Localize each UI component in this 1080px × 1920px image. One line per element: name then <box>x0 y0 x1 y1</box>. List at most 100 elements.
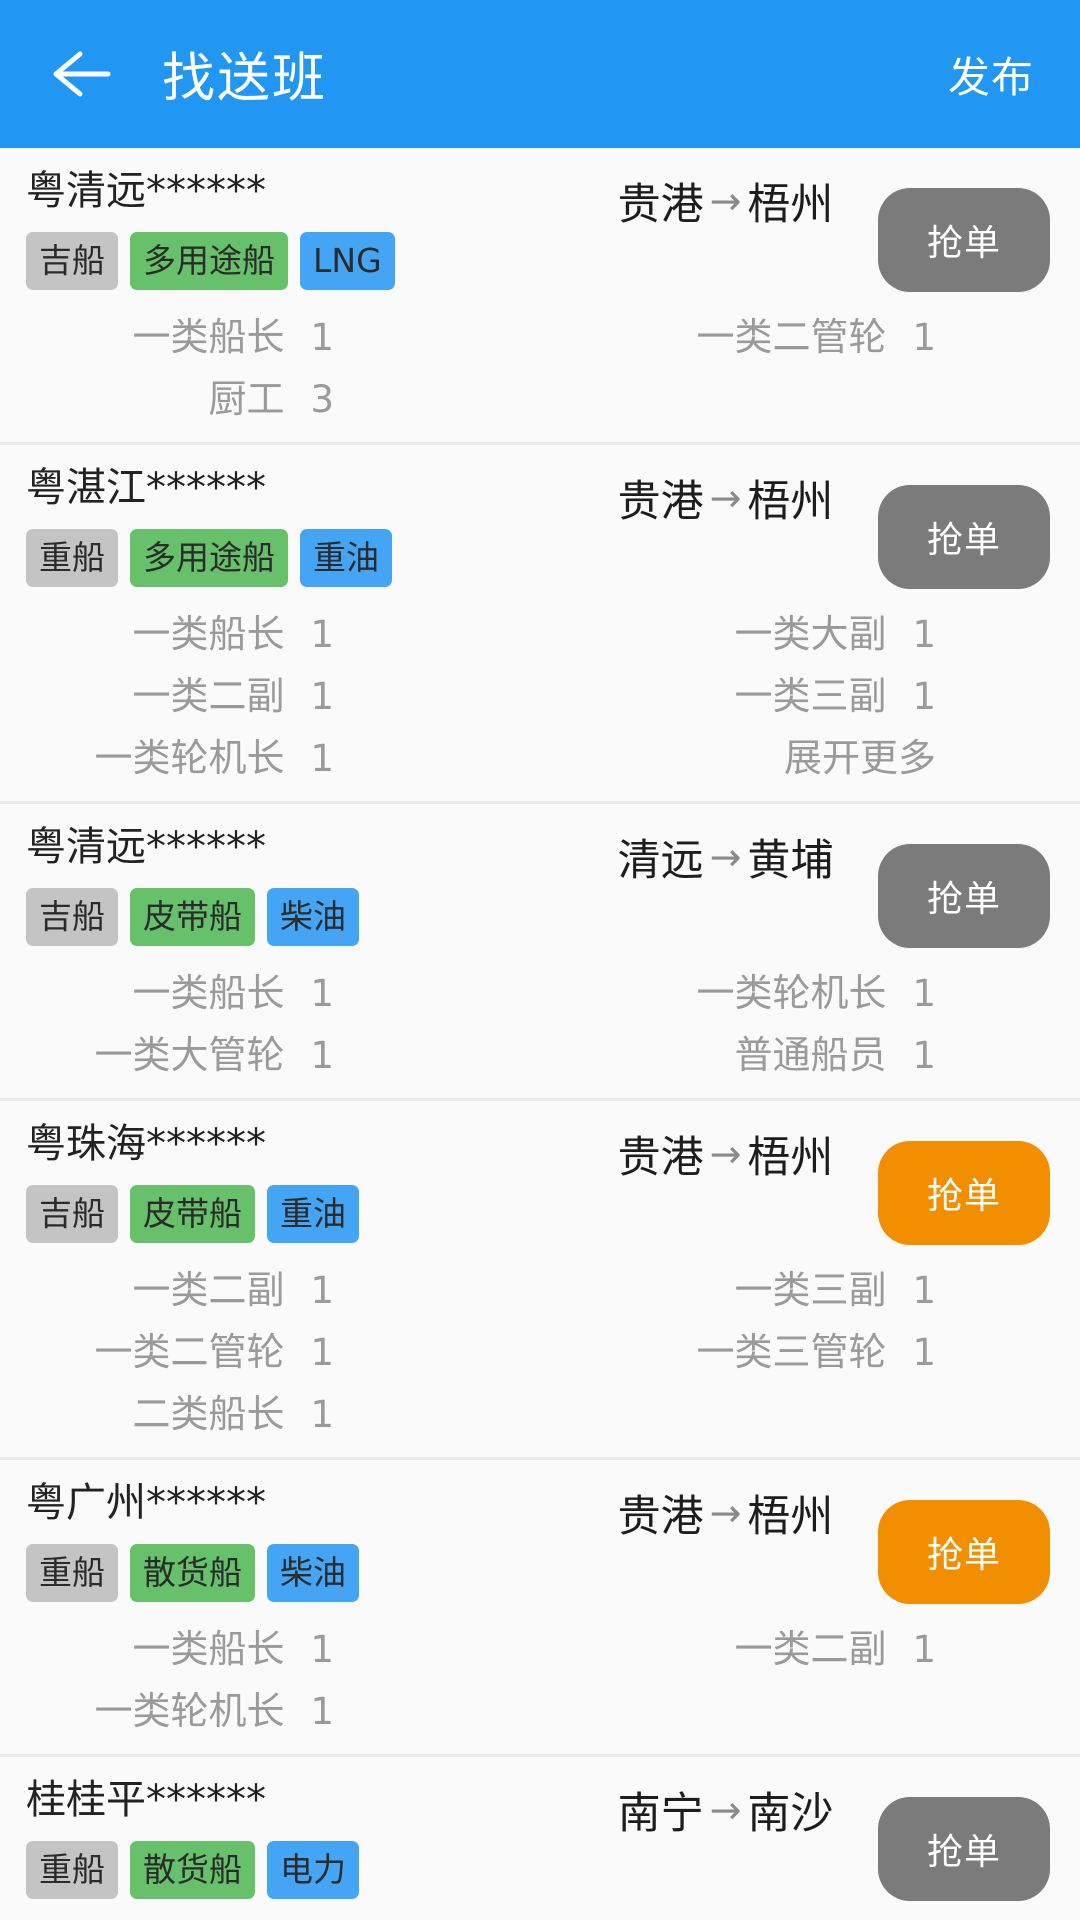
crew-role: 一类二管轮 <box>696 314 887 359</box>
card-action-column: 抢单 <box>850 1478 1050 1604</box>
tag-badge: 吉船 <box>26 1185 118 1243</box>
card-header-row: 粤清远****** 吉船 多用途船 LNG 贵港 → 梧州 抢单 <box>0 166 1080 292</box>
card-left-column: 粤清远****** 吉船 多用途船 LNG <box>26 166 601 290</box>
arrow-right-icon: → <box>709 1132 742 1176</box>
arrow-right-icon: → <box>709 1491 742 1535</box>
tag-row: 吉船 皮带船 重油 <box>26 1185 601 1243</box>
grab-order-button[interactable]: 抢单 <box>878 1797 1050 1901</box>
tag-row: 重船 散货船 柴油 <box>26 1544 601 1602</box>
crew-count: 1 <box>912 612 936 656</box>
tag-badge: LNG <box>300 232 395 290</box>
route: 贵港 → 梧州 <box>618 170 834 232</box>
order-card[interactable]: 桂桂平******重船散货船电力南宁→南沙抢单一类船长1一类二副1一类轮机长1轮… <box>0 1757 1080 1920</box>
crew-count: 1 <box>310 1330 334 1374</box>
order-card[interactable]: 粤珠海****** 吉船 皮带船 重油 贵港 → 梧州 抢单 一类二副 1 一类三副 1 一类二管轮 1 一… <box>0 1101 1080 1460</box>
crew-count: 1 <box>912 1627 936 1671</box>
route-origin: 清远 <box>617 836 704 886</box>
crew-count: 3 <box>310 377 334 421</box>
card-action-column: 抢单 <box>850 822 1050 948</box>
grab-order-button[interactable]: 抢单 <box>878 1141 1050 1245</box>
crew-role: 一类大管轮 <box>94 1032 285 1077</box>
publish-button[interactable]: 发布 <box>948 44 1034 105</box>
order-card[interactable]: 粤清远****** 吉船 皮带船 柴油 清远 → 黄埔 抢单 一类船长 1 一类轮机长 1 一类大管轮 1… <box>0 804 1080 1101</box>
app-header: 找送班 发布 <box>0 0 1080 148</box>
expand-more-link[interactable]: 展开更多 <box>540 727 1054 782</box>
crew-count: 1 <box>310 1627 334 1671</box>
tag-badge: 重船 <box>26 529 118 587</box>
route: 清远 → 黄埔 <box>618 826 834 888</box>
crew-row: 一类轮机长 1 展开更多 <box>26 723 1054 785</box>
crew-role: 一类二副 <box>132 1267 285 1312</box>
crew-cell: 一类船长1 <box>26 306 540 361</box>
crew-role: 一类船长 <box>132 970 285 1015</box>
tag-badge: 吉船 <box>26 232 118 290</box>
tag-badge: 电力 <box>267 1841 359 1899</box>
crew-count: 1 <box>912 1268 936 1312</box>
crew-role: 一类二管轮 <box>94 1329 285 1374</box>
crew-cell: 一类三副 1 <box>540 665 1054 720</box>
crew-list: 一类船长 1 一类二副 1 一类轮机长 1 <box>0 1614 1080 1738</box>
crew-cell: 一类二副 1 <box>26 665 540 720</box>
crew-role: 一类大副 <box>734 611 887 656</box>
card-action-column: 抢单 <box>850 463 1050 589</box>
crew-role: 一类船长 <box>132 1626 285 1671</box>
grab-order-button[interactable]: 抢单 <box>878 844 1050 948</box>
route-origin: 南宁 <box>617 1789 704 1839</box>
card-left-column: 粤湛江****** 重船 多用途船 重油 <box>26 463 601 587</box>
crew-row: 一类船长1一类二副1 <box>26 1911 1054 1920</box>
crew-cell: 一类船长1 <box>26 603 540 658</box>
ship-name: 粤广州****** <box>26 1480 266 1526</box>
order-card[interactable]: 粤广州****** 重船 散货船 柴油 贵港 → 梧州 抢单 一类船长 1 一类二副 1 一类轮机长 1 <box>0 1460 1080 1757</box>
crew-role: 一类轮机长 <box>94 1688 285 1733</box>
crew-cell: 一类二管轮 1 <box>26 1321 540 1376</box>
arrow-right-icon: → <box>709 835 742 879</box>
route-container: 贵港 → 梧州 <box>601 166 850 232</box>
tag-badge: 重油 <box>267 1185 359 1243</box>
grab-order-button[interactable]: 抢单 <box>878 188 1050 292</box>
crew-cell: 一类轮机长 1 <box>26 727 540 782</box>
tag-badge: 散货船 <box>130 1544 255 1602</box>
grab-order-button[interactable]: 抢单 <box>878 485 1050 589</box>
arrow-left-icon <box>50 49 112 99</box>
crew-role: 一类二副 <box>734 1915 886 1920</box>
crew-role: 一类三副 <box>734 1267 887 1312</box>
order-card[interactable]: 粤湛江****** 重船 多用途船 重油 贵港 → 梧州 抢单 一类船长 1 一类大副 1 一类二副 1 一… <box>0 445 1080 804</box>
crew-cell: 一类轮机长 1 <box>540 962 1054 1017</box>
grab-order-button[interactable]: 抢单 <box>878 1500 1050 1604</box>
crew-count: 1 <box>912 1033 936 1077</box>
crew-cell: 一类船长 1 <box>26 1618 540 1673</box>
crew-count: 1 <box>912 971 936 1015</box>
ship-name: 粤清远****** <box>26 824 266 870</box>
tag-row: 吉船 皮带船 柴油 <box>26 888 601 946</box>
tag-badge: 散货船 <box>130 1841 255 1899</box>
order-list[interactable]: 粤清远****** 吉船 多用途船 LNG 贵港 → 梧州 抢单 一类船长 1 一类二管轮 1 厨工 3 粤… <box>0 148 1080 1920</box>
crew-cell: 一类船长1 <box>26 1915 540 1920</box>
back-button[interactable] <box>44 37 118 111</box>
route-container: 清远 → 黄埔 <box>601 822 850 888</box>
route-destination: 黄埔 <box>747 836 834 886</box>
crew-row: 一类二副 1 一类三副 1 <box>26 1255 1054 1317</box>
crew-row: 一类船长1一类二副1 <box>26 1614 1054 1676</box>
crew-role: 一类三管轮 <box>696 1329 887 1374</box>
crew-row: 二类船长 1 <box>26 1379 1054 1441</box>
crew-list: 一类船长 1 一类二管轮 1 厨工 3 <box>0 302 1080 426</box>
route: 贵港 → 梧州 <box>618 1482 834 1544</box>
card-left-column: 粤广州****** 重船 散货船 柴油 <box>26 1478 601 1602</box>
crew-list: 一类船长1一类二副1一类轮机长1轮机员1 <box>0 1911 1080 1920</box>
crew-cell: 一类三副 1 <box>540 1259 1054 1314</box>
crew-count: 1 <box>912 674 936 718</box>
route-destination: 梧州 <box>747 180 834 230</box>
order-card[interactable]: 粤清远****** 吉船 多用途船 LNG 贵港 → 梧州 抢单 一类船长 1 一类二管轮 1 厨工 3 <box>0 148 1080 445</box>
crew-row: 一类船长 1 一类二管轮 1 <box>26 302 1054 364</box>
route-container: 贵港 → 梧州 <box>601 463 850 529</box>
card-action-column: 抢单 <box>850 1119 1050 1245</box>
tag-row: 吉船 多用途船 LNG <box>26 232 601 290</box>
ship-name: 桂桂平****** <box>26 1777 266 1823</box>
card-header-row: 粤清远****** 吉船 皮带船 柴油 清远 → 黄埔 抢单 <box>0 822 1080 948</box>
crew-role: 一类船长 <box>132 1915 284 1920</box>
route-destination: 梧州 <box>747 1492 834 1542</box>
route-origin: 贵港 <box>617 1133 704 1183</box>
tag-row: 重船 散货船 电力 <box>26 1841 601 1899</box>
crew-count: 1 <box>310 1689 334 1733</box>
crew-role: 厨工 <box>208 376 285 421</box>
